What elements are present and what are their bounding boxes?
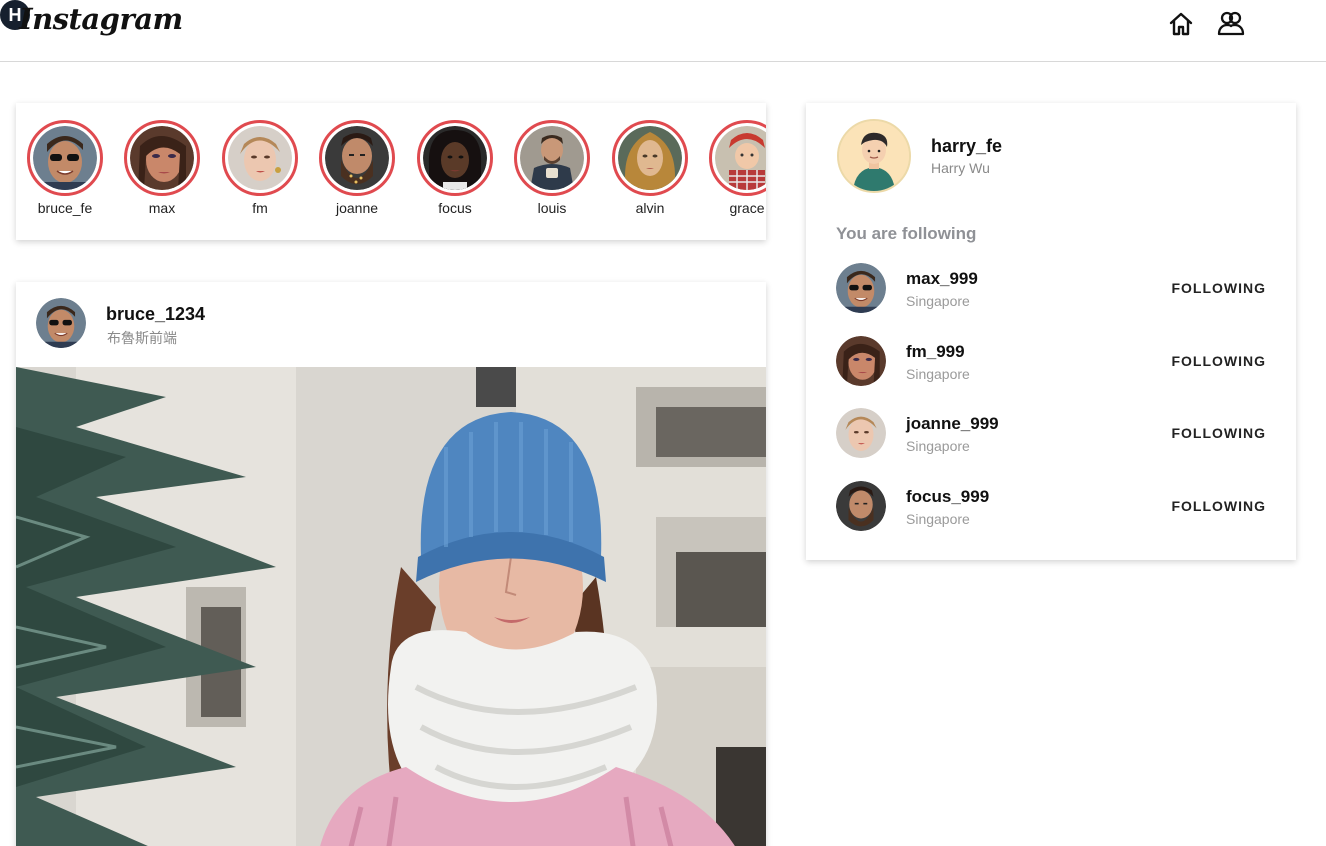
story-avatar-image <box>130 126 194 190</box>
story-avatar-image <box>423 126 487 190</box>
instagram-logo[interactable]: Instagram <box>19 2 183 36</box>
stories-bar: bruce_fe max fm joanne focus louis alvin… <box>16 103 766 240</box>
story-username: joanne <box>335 200 379 216</box>
following-username[interactable]: focus_999 <box>906 487 989 507</box>
story-item[interactable]: bruce_fe <box>26 120 104 216</box>
story-ring <box>612 120 688 196</box>
following-button[interactable]: FOLLOWING <box>1171 425 1266 441</box>
following-button[interactable]: FOLLOWING <box>1171 353 1266 369</box>
post-author-subtitle: 布魯斯前端 <box>107 331 177 347</box>
following-location: Singapore <box>906 366 970 382</box>
story-avatar-image <box>520 126 584 190</box>
story-ring <box>27 120 103 196</box>
following-button[interactable]: FOLLOWING <box>1171 498 1266 514</box>
friends-icon[interactable] <box>1216 9 1246 39</box>
following-username[interactable]: max_999 <box>906 269 978 289</box>
story-item[interactable]: louis <box>513 120 591 216</box>
story-ring <box>319 120 395 196</box>
story-item[interactable]: joanne <box>318 120 396 216</box>
story-avatar-image <box>715 126 766 190</box>
story-item[interactable]: max <box>123 120 201 216</box>
story-avatar-image <box>618 126 682 190</box>
top-navbar: Instagram H <box>0 0 1326 62</box>
post-header: bruce_1234 布魯斯前端 <box>16 282 766 367</box>
story-username: alvin <box>635 200 665 216</box>
story-ring <box>709 120 766 196</box>
home-icon[interactable] <box>1166 9 1196 39</box>
following-row: fm_999 Singapore FOLLOWING <box>836 336 1266 386</box>
following-row: joanne_999 Singapore FOLLOWING <box>836 408 1266 458</box>
following-avatar[interactable] <box>836 408 886 458</box>
story-item[interactable]: focus <box>416 120 494 216</box>
my-display-name: Harry Wu <box>931 160 990 176</box>
story-item[interactable]: alvin <box>611 120 689 216</box>
following-username[interactable]: fm_999 <box>906 342 965 362</box>
feed-post: bruce_1234 布魯斯前端 <box>16 282 766 846</box>
following-section-title: You are following <box>836 224 977 243</box>
following-location: Singapore <box>906 438 970 454</box>
story-ring <box>514 120 590 196</box>
story-item[interactable]: fm <box>221 120 299 216</box>
story-username: fm <box>252 200 268 216</box>
story-ring <box>222 120 298 196</box>
following-row: focus_999 Singapore FOLLOWING <box>836 481 1266 531</box>
story-avatar-image <box>228 126 292 190</box>
following-location: Singapore <box>906 511 970 527</box>
following-avatar[interactable] <box>836 336 886 386</box>
story-username: max <box>148 200 176 216</box>
my-profile-avatar[interactable] <box>837 119 911 193</box>
story-username: louis <box>537 200 567 216</box>
following-row: max_999 Singapore FOLLOWING <box>836 263 1266 313</box>
story-username: grace <box>729 200 765 216</box>
profile-sidebar: harry_fe Harry Wu You are following max_… <box>806 103 1296 560</box>
following-avatar[interactable] <box>836 481 886 531</box>
story-username: bruce_fe <box>37 200 93 216</box>
story-username: focus <box>438 200 472 216</box>
story-avatar-image <box>33 126 97 190</box>
story-item[interactable]: grace <box>708 120 766 216</box>
my-username[interactable]: harry_fe <box>931 136 1002 157</box>
story-avatar-image <box>325 126 389 190</box>
following-username[interactable]: joanne_999 <box>906 414 999 434</box>
story-ring <box>124 120 200 196</box>
post-author-username[interactable]: bruce_1234 <box>106 304 205 325</box>
post-photo <box>16 367 766 846</box>
following-avatar[interactable] <box>836 263 886 313</box>
post-author-avatar[interactable] <box>36 298 86 348</box>
following-button[interactable]: FOLLOWING <box>1171 280 1266 296</box>
following-location: Singapore <box>906 293 970 309</box>
story-ring <box>417 120 493 196</box>
